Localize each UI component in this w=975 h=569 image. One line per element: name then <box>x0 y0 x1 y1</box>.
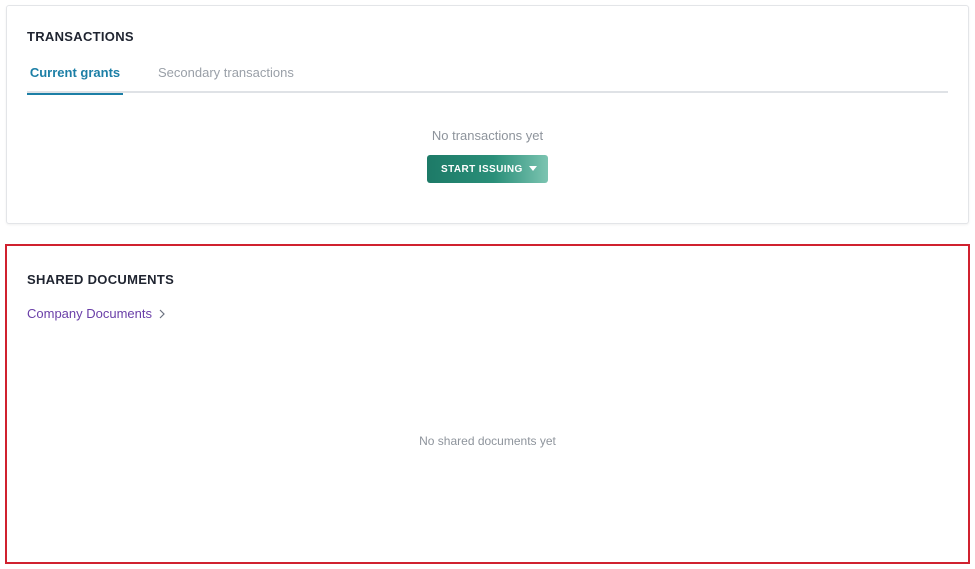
chevron-right-icon <box>159 309 165 318</box>
transactions-tabs: Current grants Secondary transactions <box>27 61 948 95</box>
no-shared-documents-message: No shared documents yet <box>419 434 556 448</box>
shared-documents-title: SHARED DOCUMENTS <box>27 272 175 287</box>
tab-current-grants[interactable]: Current grants <box>27 61 123 95</box>
company-documents-label: Company Documents <box>27 306 152 321</box>
page: TRANSACTIONS Current grants Secondary tr… <box>0 0 975 569</box>
caret-down-icon <box>529 166 537 171</box>
start-issuing-button[interactable]: START ISSUING <box>427 155 548 183</box>
shared-documents-card: SHARED DOCUMENTS Company Documents No sh… <box>5 244 970 564</box>
tab-secondary-transactions[interactable]: Secondary transactions <box>158 61 294 93</box>
transactions-card: TRANSACTIONS Current grants Secondary tr… <box>6 5 969 224</box>
company-documents-link[interactable]: Company Documents <box>27 306 166 321</box>
no-transactions-message: No transactions yet <box>431 128 544 143</box>
transactions-title: TRANSACTIONS <box>27 29 134 44</box>
start-issuing-label: START ISSUING <box>441 163 523 175</box>
